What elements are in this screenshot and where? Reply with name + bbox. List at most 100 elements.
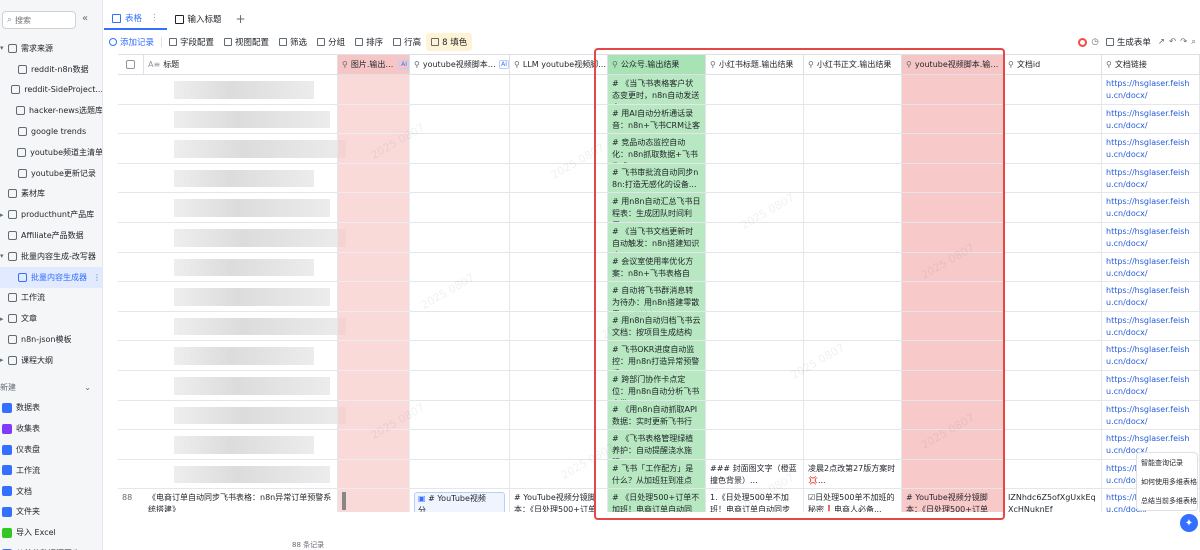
column-header-doc_link[interactable]: ⚲ 文档链接 <box>1102 55 1200 75</box>
xhs-body-cell[interactable] <box>804 430 902 460</box>
doc-id-cell[interactable] <box>1004 75 1102 105</box>
xhs-body-cell[interactable] <box>804 193 902 223</box>
image-cell[interactable] <box>338 134 410 164</box>
sidebar-item[interactable]: ▸ producthunt产品库 <box>0 204 102 225</box>
wechat-cell[interactable]: # 飞书审批流自动同步n8n:打造无感化的设备... <box>608 163 706 194</box>
new-item[interactable]: 收集表 <box>0 418 102 439</box>
doc-link-cell[interactable]: https://hsglaser.feishu.cn/docx/ <box>1102 252 1200 283</box>
xhs-body-cell[interactable] <box>804 134 902 164</box>
yt-script-cell[interactable] <box>902 134 1004 164</box>
sidebar-item[interactable]: ▸ 文章 <box>0 308 102 329</box>
xhs-body-cell[interactable] <box>804 75 902 105</box>
title-cell[interactable] <box>144 311 338 342</box>
attachment-chip[interactable]: ▣ # YouTube视频分... <box>414 492 505 512</box>
xhs-title-cell[interactable] <box>706 430 804 460</box>
search-table-icon[interactable]: ⌕ <box>1191 37 1196 47</box>
add-view-button[interactable]: + <box>230 12 252 26</box>
llm-yt-cell[interactable] <box>510 371 608 401</box>
xhs-title-cell[interactable] <box>706 193 804 223</box>
xhs-title-cell[interactable] <box>706 282 804 312</box>
sidebar-item[interactable]: 工作流 <box>0 288 102 309</box>
yt-script-p-cell[interactable] <box>410 75 510 105</box>
sidebar-item[interactable]: ▸ 课程大纲 <box>0 350 102 371</box>
doc-link-cell[interactable]: https://hsglaser.feishu.cn/docx/ <box>1102 223 1200 253</box>
image-cell[interactable] <box>338 104 410 135</box>
doc-id-cell[interactable] <box>1004 400 1102 431</box>
llm-yt-cell[interactable] <box>510 163 608 194</box>
yt-script-cell[interactable] <box>902 282 1004 312</box>
image-cell[interactable] <box>338 341 410 371</box>
image-cell[interactable] <box>338 282 410 312</box>
xhs-body-cell[interactable] <box>804 282 902 312</box>
sidebar-item[interactable]: reddit-SideProject... <box>0 80 102 101</box>
column-header-title[interactable]: A≡ 标题 <box>144 55 338 75</box>
redo-icon[interactable]: ↷ <box>1180 37 1187 47</box>
yt-script-p-cell[interactable] <box>410 104 510 135</box>
select-all-checkbox[interactable] <box>126 60 135 69</box>
yt-script-cell[interactable] <box>902 311 1004 342</box>
yt-script-p-cell[interactable] <box>410 282 510 312</box>
view-config-button[interactable]: 视图配置 <box>219 33 274 51</box>
row-selector[interactable] <box>118 253 144 283</box>
generate-form-button[interactable]: 生成表单 <box>1103 33 1154 51</box>
suggestion-item[interactable]: 智能查询记录 <box>1137 453 1197 472</box>
wechat-cell[interactable]: # 飞书OKR进度自动监控：用n8n打造异常预警系... <box>608 341 706 371</box>
title-cell[interactable] <box>144 75 338 105</box>
llm-yt-cell[interactable] <box>510 104 608 135</box>
xhs-body-cell[interactable]: 凌晨2点改第27版方案时💢... <box>804 459 902 490</box>
sidebar-item[interactable]: reddit-n8n数据 <box>0 59 102 80</box>
column-header-doc_id[interactable]: ⚲ 文档id <box>1004 55 1102 75</box>
wechat-cell[interactable]: # 《用n8n自动抓取API数据：实时更新飞书行业... <box>608 400 706 431</box>
sidebar-item[interactable]: hacker-news选题库 <box>0 100 102 121</box>
xhs-title-cell[interactable] <box>706 311 804 342</box>
new-item[interactable]: 工作流 <box>0 460 102 481</box>
doc-id-cell[interactable] <box>1004 252 1102 283</box>
doc-id-cell[interactable] <box>1004 163 1102 194</box>
title-cell[interactable] <box>144 430 338 460</box>
doc-id-cell[interactable] <box>1004 193 1102 223</box>
yt-script-cell[interactable] <box>902 430 1004 460</box>
undo-icon[interactable]: ↶ <box>1169 37 1176 47</box>
doc-id-cell[interactable] <box>1004 104 1102 135</box>
more-icon[interactable]: ⋮ <box>150 13 159 23</box>
row-selector[interactable] <box>118 341 144 371</box>
sidebar-item[interactable]: 素材库 <box>0 184 102 205</box>
xhs-title-cell[interactable] <box>706 134 804 164</box>
doc-link-cell[interactable]: https://hsglaser.feishu.cn/docx/ <box>1102 75 1200 105</box>
new-section-header[interactable]: 新建 ⌄ <box>0 377 102 398</box>
llm-yt-cell[interactable] <box>510 75 608 105</box>
row-selector[interactable] <box>118 430 144 460</box>
ai-assistant-icon[interactable]: ✦ <box>1180 514 1198 532</box>
row-selector[interactable] <box>118 105 144 135</box>
xhs-title-cell[interactable] <box>706 371 804 401</box>
suggestion-item[interactable]: 总结当前多维表格 <box>1137 491 1197 510</box>
more-icon[interactable]: ⋮ <box>93 273 101 282</box>
new-item[interactable]: 数据表 <box>0 398 102 419</box>
doc-link-cell[interactable]: https://hsglaser.feishu.cn/docx/ <box>1102 163 1200 194</box>
select-all-header[interactable] <box>118 55 144 75</box>
title-cell[interactable] <box>144 371 338 401</box>
image-cell[interactable] <box>338 459 410 490</box>
sidebar-item[interactable]: ▾ 需求来源 <box>0 38 102 59</box>
sidebar-item[interactable]: youtube更新记录 <box>0 163 102 184</box>
xhs-title-cell[interactable]: 1.《日处理500单不加班！电商订单自动同步飞... <box>706 489 804 512</box>
yt-script-p-cell[interactable] <box>410 163 510 194</box>
llm-yt-cell[interactable] <box>510 282 608 312</box>
xhs-body-cell[interactable]: ☑日处理500单不加班的秘密❗电商人必备... <box>804 489 902 512</box>
xhs-body-cell[interactable] <box>804 341 902 371</box>
xhs-body-cell[interactable] <box>804 104 902 135</box>
xhs-body-cell[interactable] <box>804 371 902 401</box>
llm-yt-cell[interactable] <box>510 459 608 490</box>
image-cell[interactable] <box>338 311 410 342</box>
xhs-title-cell[interactable] <box>706 223 804 253</box>
suggestion-item[interactable]: 如何使用多维表格 <box>1137 472 1197 491</box>
status-ring-icon[interactable] <box>1078 37 1088 47</box>
xhs-body-cell[interactable] <box>804 400 902 431</box>
title-cell[interactable] <box>144 223 338 253</box>
collapse-sidebar-icon[interactable]: « <box>82 13 88 24</box>
row-selector[interactable] <box>118 193 144 223</box>
xhs-title-cell[interactable] <box>706 163 804 194</box>
doc-id-cell[interactable] <box>1004 282 1102 312</box>
llm-yt-cell[interactable] <box>510 252 608 283</box>
title-cell[interactable]: 《电商订单自动同步飞书表格：n8n异常订单预警系统搭建》 <box>144 489 338 512</box>
